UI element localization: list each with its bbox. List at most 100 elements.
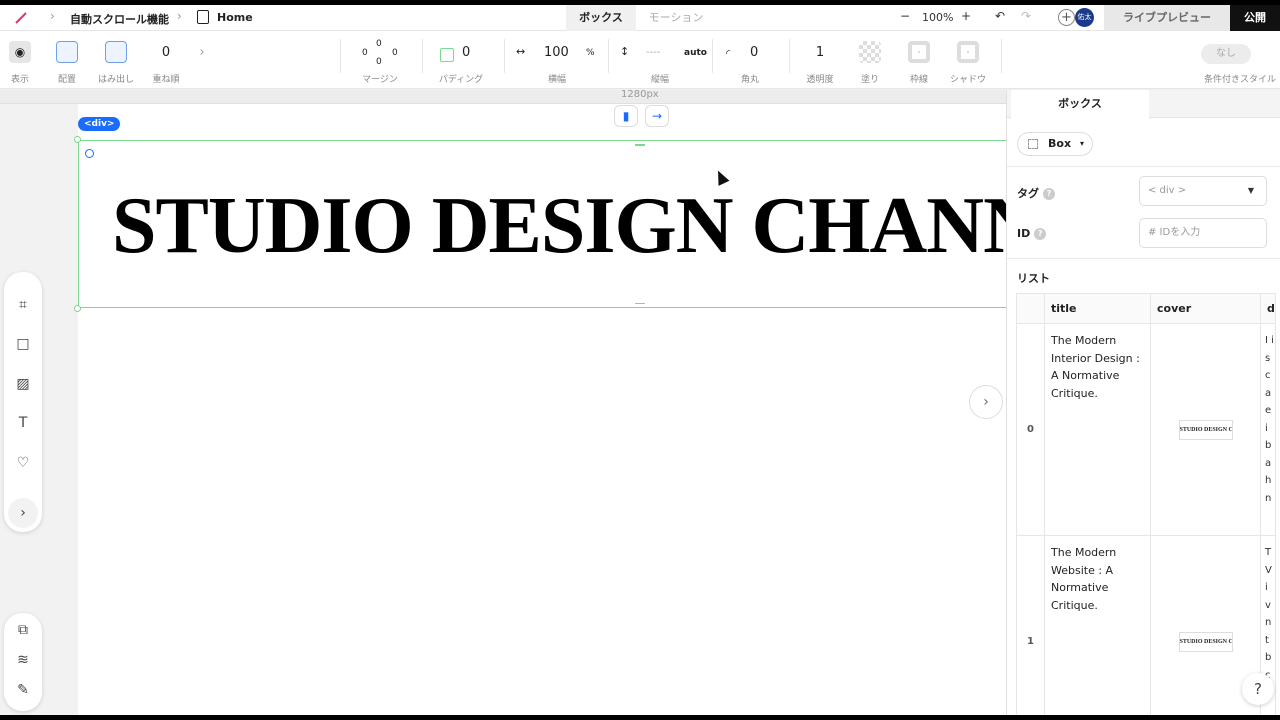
tag-label: タグ? <box>1017 185 1055 201</box>
align-button[interactable]: ▮ <box>614 105 638 127</box>
element-tag-badge[interactable]: <div> <box>78 117 121 131</box>
zoom-out-button[interactable]: − <box>900 9 910 23</box>
caret-down-icon: ▼ <box>1247 186 1254 195</box>
corner-radius-icon: ◜ <box>726 47 731 60</box>
chevron-right-icon[interactable]: › <box>8 498 38 528</box>
tab-motion[interactable]: モーション <box>636 5 716 31</box>
display-control[interactable]: ◉ 表示 <box>5 31 35 89</box>
breadcrumb-page[interactable]: Home <box>217 11 253 24</box>
live-preview-button[interactable]: ライブプレビュー <box>1104 5 1230 31</box>
box-type-select[interactable]: Box ▾ <box>1017 132 1093 156</box>
fill-swatch-icon <box>859 41 881 63</box>
help-icon[interactable]: ? <box>1043 188 1055 200</box>
box-icon[interactable]: □ <box>14 335 32 353</box>
cover-thumbnail: STUDIO DESIGN CHANNEL <box>1178 631 1233 652</box>
width-control[interactable]: ↔ 100 % 横幅 <box>512 31 602 89</box>
top-handle[interactable] <box>635 144 645 146</box>
id-label: ID? <box>1017 227 1047 240</box>
property-toolbar: ◉ 表示 配置 はみ出し 0 重ね順 › 0 0 0 0 マージン 0 パディン… <box>0 31 1280 89</box>
width-unit: % <box>586 48 595 58</box>
height-label: 縦幅 <box>650 75 669 85</box>
tab-box-properties[interactable]: ボックス <box>1011 90 1149 118</box>
height-value: ---- <box>646 47 661 58</box>
redo-button[interactable]: ↷ <box>1021 9 1031 23</box>
conditional-style-label: 条件付きスタイル <box>1203 75 1276 85</box>
eye-icon: ◉ <box>9 41 31 63</box>
overflow-control[interactable]: はみ出し <box>96 31 136 89</box>
help-button[interactable]: ? <box>1242 673 1274 705</box>
padding-label: パディング <box>438 75 484 85</box>
heart-icon[interactable]: ♡ <box>14 454 32 472</box>
cell-title[interactable]: The Modern Website : A Normative Critiqu… <box>1044 535 1151 715</box>
cell-title[interactable]: The Modern Interior Design : A Normative… <box>1044 323 1151 536</box>
padding-control[interactable]: 0 パディング <box>436 31 486 89</box>
table-row[interactable]: 1 The Modern Website : A Normative Criti… <box>1016 535 1276 715</box>
chevron-down-icon: ▾ <box>1079 139 1084 148</box>
height-control[interactable]: ↕ ---- auto 縦幅 <box>614 31 707 89</box>
divider <box>608 39 609 73</box>
cell-desc[interactable]: I i s c a e i b a h n <box>1260 323 1276 536</box>
tag-select[interactable]: < div > ▼ <box>1139 176 1267 206</box>
avatar[interactable]: 佑太 <box>1075 8 1094 27</box>
margin-bottom-value: 0 <box>376 57 382 67</box>
id-input[interactable]: # IDを入力 <box>1139 218 1267 248</box>
tab-box[interactable]: ボックス <box>566 5 636 31</box>
resize-handle[interactable] <box>74 136 81 143</box>
horizontal-arrows-icon: ↔ <box>516 45 526 58</box>
help-icon[interactable]: ? <box>1034 228 1047 240</box>
radius-label: 角丸 <box>740 75 759 85</box>
bottom-handle[interactable] <box>635 302 645 304</box>
tool-palette: ⌗ □ ▨ T ♡ › <box>4 272 42 532</box>
studio-logo-icon[interactable] <box>14 11 28 25</box>
table-header[interactable]: cover <box>1150 293 1261 324</box>
opacity-control[interactable]: 1 透明度 <box>800 31 840 89</box>
overflow-label: はみ出し <box>97 75 134 85</box>
zindex-value: 0 <box>161 45 171 60</box>
radius-value: 0 <box>750 45 759 60</box>
border-control[interactable]: 枠線 <box>904 31 934 89</box>
placement-control[interactable]: 配置 <box>52 31 82 89</box>
expand-panel-button[interactable]: › <box>969 385 1003 419</box>
image-icon[interactable]: ▨ <box>14 375 32 393</box>
padding-icon <box>440 48 454 62</box>
divider <box>1007 258 1280 259</box>
id-label-text: ID <box>1017 227 1031 240</box>
zoom-in-button[interactable]: + <box>961 9 971 23</box>
cover-thumbnail: STUDIO DESIGN CHANNEL <box>1178 419 1233 440</box>
panel-tabs: ボックス <box>1007 90 1280 118</box>
conditional-style-control: 条件付きスタイル <box>1200 31 1280 89</box>
pages-icon[interactable]: ⧉ <box>14 621 32 639</box>
chevron-right-icon: › <box>177 9 182 23</box>
resize-handle[interactable] <box>74 305 81 312</box>
publish-button[interactable]: 公開 <box>1230 5 1280 31</box>
width-value: 100 <box>544 45 569 60</box>
radius-control[interactable]: ◜ 0 角丸 <box>720 31 780 89</box>
fill-control[interactable]: 塗り <box>855 31 885 89</box>
zoom-level[interactable]: 100% <box>922 11 953 24</box>
invite-button[interactable]: + <box>1058 9 1075 26</box>
pencil-icon[interactable]: ✎ <box>14 681 32 699</box>
breadcrumb-project[interactable]: 自動スクロール機能 <box>70 11 169 27</box>
anchor-icon[interactable] <box>85 149 94 158</box>
padding-value: 0 <box>462 45 471 60</box>
toolbar-more-button[interactable]: › <box>196 31 208 89</box>
text-icon[interactable]: T <box>14 414 32 432</box>
table-header[interactable]: title <box>1044 293 1151 324</box>
shadow-control[interactable]: シャドウ <box>948 31 988 89</box>
table-row[interactable]: 0 The Modern Interior Design : A Normati… <box>1016 323 1276 536</box>
divider <box>1007 166 1280 167</box>
chevron-right-icon: › <box>50 9 55 23</box>
page-icon <box>197 10 209 24</box>
undo-button[interactable]: ↶ <box>995 9 1005 23</box>
list-table: title cover d 0 The Modern Interior Desi… <box>1016 293 1276 715</box>
table-header[interactable]: d <box>1260 293 1276 324</box>
placement-icon <box>56 41 78 63</box>
zindex-control[interactable]: 0 重ね順 <box>148 31 184 89</box>
layers-icon[interactable]: ≋ <box>14 651 32 669</box>
divider <box>504 39 505 73</box>
margin-control[interactable]: 0 0 0 0 マージン <box>350 31 410 89</box>
arrow-right-icon[interactable]: → <box>645 105 669 127</box>
overflow-icon <box>105 41 127 63</box>
frame-icon[interactable]: ⌗ <box>14 296 32 314</box>
cell-cover[interactable]: STUDIO DESIGN CHANNEL <box>1150 323 1261 536</box>
